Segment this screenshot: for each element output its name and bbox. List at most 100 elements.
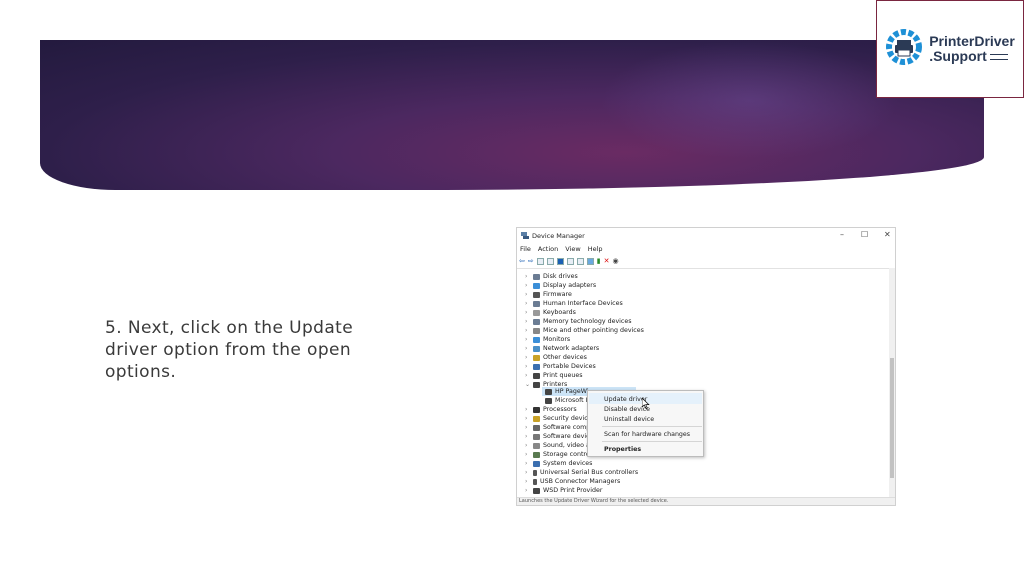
tree-node[interactable]: › Network adapters <box>525 344 599 353</box>
keyboard-icon <box>533 309 540 316</box>
chevron-right-icon: › <box>525 433 528 440</box>
tree-node[interactable]: › Disk drives <box>525 272 578 281</box>
display-icon <box>533 282 540 289</box>
help-icon[interactable] <box>556 257 564 265</box>
tree-node[interactable]: › USB Connector Managers <box>525 477 620 486</box>
tree-node[interactable]: › Human Interface Devices <box>525 299 623 308</box>
logo-lines-icon <box>989 53 1008 60</box>
chevron-right-icon: › <box>525 336 528 343</box>
printerdriver-logo: PrinterDriver .Support <box>876 0 1024 98</box>
back-arrow-icon[interactable]: ⇦ <box>519 257 525 265</box>
tree-node[interactable]: › Portable Devices <box>525 362 596 371</box>
tree-node[interactable]: › Keyboards <box>525 308 576 317</box>
tree-node-label: Other devices <box>543 354 587 361</box>
step-instruction: 5. Next, click on the Update driver opti… <box>105 318 354 382</box>
tree-node-label: Display adapters <box>543 282 597 289</box>
tree-node[interactable]: › Print queues <box>525 371 583 380</box>
tree-node-label: USB Connector Managers <box>540 478 621 485</box>
chevron-right-icon: › <box>525 442 528 449</box>
tree-node[interactable]: › Sound, video a <box>525 441 590 450</box>
tree-node[interactable]: Microsoft I <box>545 396 588 405</box>
firmware-icon <box>533 291 540 298</box>
tree-node-label: Sound, video a <box>543 442 590 449</box>
minimize-button[interactable]: – <box>840 230 844 239</box>
logo-line2-wrap: .Support <box>929 49 1015 64</box>
hid-icon <box>533 300 540 307</box>
close-button[interactable]: ✕ <box>884 230 891 239</box>
tree-node-label: Storage contro <box>543 451 590 458</box>
tree-node-label: Print queues <box>543 372 583 379</box>
chevron-right-icon: › <box>525 309 528 316</box>
tree-node[interactable]: › Software comp <box>525 423 590 432</box>
processor-icon <box>533 406 540 413</box>
tree-node-label: Security device <box>543 415 592 422</box>
tree-node[interactable]: › Universal Serial Bus controllers <box>525 468 638 477</box>
chevron-right-icon: › <box>525 406 528 413</box>
tree-node[interactable]: › Mice and other pointing devices <box>525 326 644 335</box>
monitor-icon <box>533 336 540 343</box>
properties-menu-item[interactable]: Properties <box>604 444 641 454</box>
tree-node-label: Mice and other pointing devices <box>543 327 644 334</box>
forward-arrow-icon[interactable]: ⇨ <box>528 257 534 265</box>
tree-node[interactable]: › WSD Print Provider <box>525 486 603 495</box>
action-pane-icon[interactable] <box>566 257 574 265</box>
software-device-icon <box>533 433 540 440</box>
tree-node-label: Monitors <box>543 336 571 343</box>
chevron-right-icon: › <box>525 363 528 370</box>
logo-line1: PrinterDriver <box>929 33 1015 49</box>
maximize-button[interactable]: ☐ <box>861 230 868 239</box>
tree-node[interactable]: › Software devic <box>525 432 590 441</box>
tree-node[interactable]: › Processors <box>525 405 577 414</box>
tree-node-label: Network adapters <box>543 345 600 352</box>
tree-node[interactable]: › Storage contro <box>525 450 590 459</box>
chevron-right-icon: › <box>525 415 528 422</box>
printer-icon[interactable] <box>576 257 584 265</box>
tree-node-label: WSD Print Provider <box>543 487 603 494</box>
show-hide-tree-icon[interactable] <box>536 257 544 265</box>
tree-node-label: Universal Serial Bus controllers <box>540 469 639 476</box>
slide-header-banner <box>40 40 984 190</box>
usb-connector-icon <box>533 478 537 485</box>
system-icon <box>533 460 540 467</box>
tree-node-label: Disk drives <box>543 273 578 280</box>
tree-node[interactable]: › Firmware <box>525 290 572 299</box>
tree-node[interactable]: › System devices <box>525 459 592 468</box>
tree-node-label: Processors <box>543 406 577 413</box>
tree-node-selected[interactable]: HP PageWi <box>545 387 589 396</box>
security-icon <box>533 415 540 422</box>
chevron-right-icon: › <box>525 451 528 458</box>
uninstall-device-menu-item[interactable]: Uninstall device <box>604 414 654 424</box>
tree-node-label: Software comp <box>543 424 591 431</box>
dm-scrollbar[interactable] <box>889 268 895 498</box>
menu-action[interactable]: Action <box>538 245 558 255</box>
enable-device-icon[interactable]: ▮ <box>597 257 601 265</box>
menu-view[interactable]: View <box>565 245 580 255</box>
scan-hardware-icon[interactable]: ◉ <box>612 257 618 265</box>
chevron-right-icon: › <box>525 282 528 289</box>
chevron-down-icon: ⌄ <box>525 381 531 388</box>
menu-help[interactable]: Help <box>588 245 603 255</box>
tree-node[interactable]: › Other devices <box>525 353 587 362</box>
logo-text: PrinterDriver .Support <box>929 34 1015 64</box>
printer-gear-icon <box>885 25 923 74</box>
chevron-right-icon: › <box>525 469 528 476</box>
tree-node[interactable]: › Security device <box>525 414 592 423</box>
device-manager-icon <box>521 231 529 241</box>
tree-node[interactable]: › Memory technology devices <box>525 317 632 326</box>
tree-node-label: Human Interface Devices <box>543 300 623 307</box>
chevron-right-icon: › <box>525 487 528 494</box>
wsd-printer-icon <box>533 487 540 494</box>
dm-scroll-thumb[interactable] <box>890 358 894 478</box>
tree-node-label: System devices <box>543 460 593 467</box>
update-driver-menu-item[interactable]: Update driver <box>604 394 647 404</box>
menu-file[interactable]: File <box>520 245 531 255</box>
chevron-right-icon: › <box>525 300 528 307</box>
chevron-right-icon: › <box>525 327 528 334</box>
properties-icon[interactable] <box>546 257 554 265</box>
tree-node[interactable]: › Monitors <box>525 335 570 344</box>
scan-hardware-menu-item[interactable]: Scan for hardware changes <box>604 429 690 439</box>
monitor-icon[interactable] <box>586 257 594 265</box>
uninstall-x-icon[interactable]: ✕ <box>604 257 610 265</box>
tree-node[interactable]: › Display adapters <box>525 281 596 290</box>
chevron-right-icon: › <box>525 478 528 485</box>
